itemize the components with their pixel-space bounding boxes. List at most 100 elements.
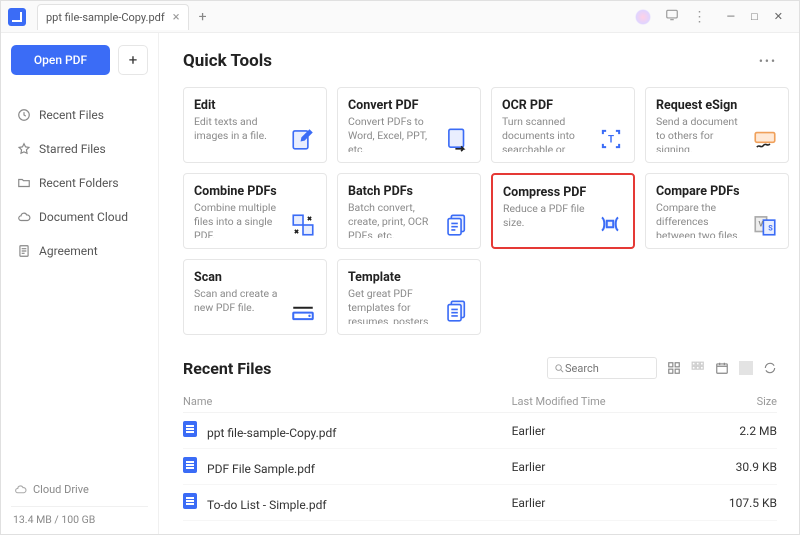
tool-title: Template <box>348 270 440 285</box>
star-icon <box>17 142 31 156</box>
tool-desc: Get great PDF templates for resumes, pos… <box>348 287 440 324</box>
recent-files-title: Recent Files <box>183 359 271 378</box>
sidebar-item-label: Agreement <box>39 244 98 258</box>
sidebar-item-recent-files[interactable]: Recent Files <box>11 99 148 131</box>
svg-text:S: S <box>768 224 773 233</box>
pdf-file-icon <box>183 457 197 473</box>
tool-desc: Reduce a PDF file size. <box>503 202 593 230</box>
tool-title: Compare PDFs <box>656 184 748 199</box>
file-size: 107.5 KB <box>717 496 777 510</box>
convert-icon <box>440 98 470 152</box>
tool-title: Scan <box>194 270 286 285</box>
table-row[interactable]: ppt file-sample-Copy.pdf Earlier 2.2 MB <box>183 413 777 449</box>
tool-convert-pdf[interactable]: Convert PDF Convert PDFs to Word, Excel,… <box>337 87 481 163</box>
tool-combine-pdfs[interactable]: Combine PDFs Combine multiple files into… <box>183 173 327 249</box>
cloud-drive-link[interactable]: Cloud Drive <box>11 478 148 500</box>
col-name-header[interactable]: Name <box>183 395 512 408</box>
tool-desc: Compare the differences between two file… <box>656 201 748 238</box>
table-row[interactable]: PDF File Sample.pdf Earlier 30.9 KB <box>183 449 777 485</box>
document-icon <box>17 244 31 258</box>
profile-avatar-icon[interactable] <box>635 9 651 25</box>
sidebar-item-label: Recent Files <box>39 108 104 122</box>
calendar-filter-icon[interactable] <box>715 361 729 375</box>
search-box[interactable] <box>547 357 657 379</box>
tool-request-esign[interactable]: Request eSign Send a document to others … <box>645 87 789 163</box>
esign-icon <box>748 98 778 152</box>
cloud-icon <box>17 210 31 224</box>
table-header: Name Last Modified Time Size <box>183 391 777 413</box>
add-button[interactable]: + <box>118 45 148 75</box>
ocr-icon: T <box>594 98 624 152</box>
maximize-button[interactable]: □ <box>751 10 758 23</box>
quick-tools-more-icon[interactable]: ••• <box>759 54 777 68</box>
open-pdf-button[interactable]: Open PDF <box>11 45 110 75</box>
file-time: Earlier <box>512 424 717 438</box>
tool-title: Compress PDF <box>503 185 593 200</box>
svg-text:T: T <box>608 134 614 145</box>
view-controls <box>667 361 777 375</box>
sidebar: Open PDF + Recent Files Starred Files Re… <box>1 33 159 534</box>
sidebar-item-agreement[interactable]: Agreement <box>11 235 148 267</box>
sidebar-item-label: Document Cloud <box>39 210 128 224</box>
tab-close-icon[interactable]: × <box>173 10 180 25</box>
storage-usage: 13.4 MB / 100 GB <box>11 506 148 528</box>
tool-compare-pdfs[interactable]: Compare PDFs Compare the differences bet… <box>645 173 789 249</box>
kebab-menu-icon[interactable]: ⋮ <box>693 9 707 25</box>
sidebar-nav: Recent Files Starred Files Recent Folder… <box>11 99 148 267</box>
file-name: PDF File Sample.pdf <box>207 462 315 476</box>
file-name: ppt file-sample-Copy.pdf <box>207 426 336 440</box>
scan-icon <box>286 270 316 324</box>
tool-desc: Scan and create a new PDF file. <box>194 287 286 315</box>
refresh-icon[interactable] <box>763 361 777 375</box>
file-time: Earlier <box>512 460 717 474</box>
recent-files-table: Name Last Modified Time Size ppt file-sa… <box>183 391 777 521</box>
col-size-header[interactable]: Size <box>717 395 777 408</box>
sidebar-item-document-cloud[interactable]: Document Cloud <box>11 201 148 233</box>
tool-compress-pdf[interactable]: Compress PDF Reduce a PDF file size. <box>491 173 635 249</box>
grid-view-icon[interactable] <box>691 361 705 375</box>
sidebar-item-label: Starred Files <box>39 142 106 156</box>
tool-desc: Batch convert, create, print, OCR PDFs, … <box>348 201 440 238</box>
compress-icon <box>593 185 623 237</box>
search-input[interactable] <box>565 362 650 375</box>
tool-batch-pdfs[interactable]: Batch PDFs Batch convert, create, print,… <box>337 173 481 249</box>
main-content: Quick Tools ••• Edit Edit texts and imag… <box>159 33 799 534</box>
cloud-drive-label: Cloud Drive <box>33 483 89 496</box>
minimize-button[interactable]: — <box>727 10 736 23</box>
tool-ocr-pdf[interactable]: OCR PDF Turn scanned documents into sear… <box>491 87 635 163</box>
tool-title: OCR PDF <box>502 98 594 113</box>
sidebar-item-label: Recent Folders <box>39 176 119 190</box>
titlebar: ppt file-sample-Copy.pdf × + ⋮ — □ ✕ <box>1 1 799 33</box>
sidebar-item-starred-files[interactable]: Starred Files <box>11 133 148 165</box>
titlebar-actions: ⋮ — □ ✕ <box>635 7 799 26</box>
compare-icon: VS <box>748 184 778 238</box>
app-icon <box>3 3 31 31</box>
clock-icon <box>17 108 31 122</box>
sidebar-item-recent-folders[interactable]: Recent Folders <box>11 167 148 199</box>
edit-icon <box>286 98 316 152</box>
tab-title: ppt file-sample-Copy.pdf <box>46 11 165 24</box>
pdf-file-icon <box>183 493 197 509</box>
list-view-icon[interactable] <box>667 361 681 375</box>
tool-desc: Convert PDFs to Word, Excel, PPT, etc. <box>348 115 440 152</box>
table-row[interactable]: To-do List - Simple.pdf Earlier 107.5 KB <box>183 485 777 521</box>
cloud-icon <box>13 482 27 496</box>
tool-scan[interactable]: Scan Scan and create a new PDF file. <box>183 259 327 335</box>
feedback-icon[interactable] <box>665 7 679 26</box>
document-tab[interactable]: ppt file-sample-Copy.pdf × <box>37 4 189 30</box>
template-icon <box>440 270 470 324</box>
tool-title: Request eSign <box>656 98 748 113</box>
tool-edit[interactable]: Edit Edit texts and images in a file. <box>183 87 327 163</box>
tool-title: Batch PDFs <box>348 184 440 199</box>
tool-desc: Turn scanned documents into searchable o… <box>502 115 594 152</box>
tool-desc: Edit texts and images in a file. <box>194 115 286 143</box>
file-size: 2.2 MB <box>717 424 777 438</box>
close-window-button[interactable]: ✕ <box>774 10 783 23</box>
col-time-header[interactable]: Last Modified Time <box>512 395 717 408</box>
tool-title: Combine PDFs <box>194 184 286 199</box>
pdf-file-icon <box>183 421 197 437</box>
file-time: Earlier <box>512 496 717 510</box>
tool-desc: Send a document to others for signing. <box>656 115 748 152</box>
tool-template[interactable]: Template Get great PDF templates for res… <box>337 259 481 335</box>
new-tab-button[interactable]: + <box>199 9 207 25</box>
